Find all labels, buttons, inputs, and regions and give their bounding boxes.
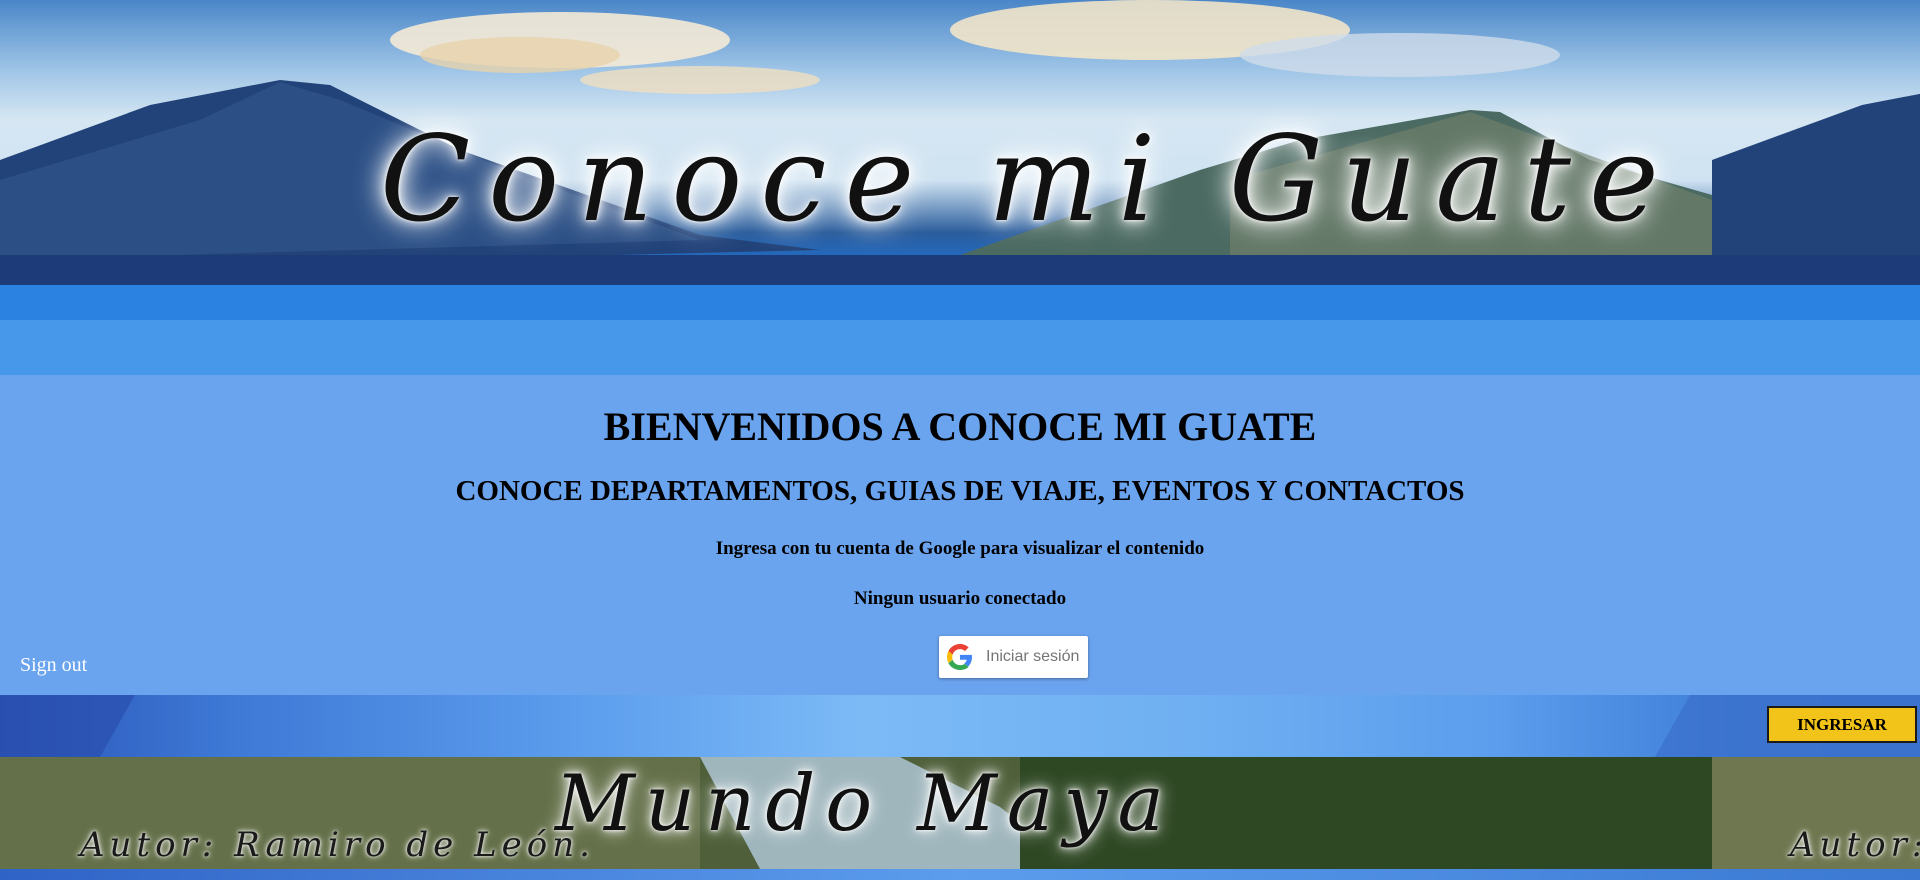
page-subtitle: CONOCE DEPARTAMENTOS, GUIAS DE VIAJE, EV…: [455, 475, 1465, 507]
user-status: Ningun usuario conectado: [853, 588, 1067, 609]
footer-banner: Mundo Maya Autor: Ramiro de León. Autor:: [0, 757, 1920, 869]
footer-author-repeat: Autor:: [1790, 825, 1920, 865]
footer-author: Autor: Ramiro de León.: [80, 825, 595, 865]
header-banner: Conoce mi Guate: [0, 0, 1920, 375]
page-title: BIENVENIDOS A CONOCE MI GUATE: [603, 404, 1317, 449]
sign-out-link[interactable]: Sign out: [20, 654, 87, 677]
lake-volcano-image-repeat: [1712, 0, 1920, 375]
banner-title: Conoce mi Guate: [380, 110, 1677, 248]
enter-button[interactable]: INGRESAR: [1767, 706, 1917, 743]
footer-strip: [0, 869, 1920, 880]
google-g-icon: [947, 644, 972, 670]
login-prompt: Ingresa con tu cuenta de Google para vis…: [715, 538, 1205, 559]
google-sign-in-label: Iniciar sesión: [986, 648, 1080, 665]
welcome-section: BIENVENIDOS A CONOCE MI GUATE CONOCE DEP…: [0, 375, 1920, 695]
google-sign-in-button[interactable]: Iniciar sesión: [939, 636, 1088, 678]
footer-banner-title: Mundo Maya: [555, 759, 1174, 849]
decorative-strip: [0, 695, 1920, 757]
